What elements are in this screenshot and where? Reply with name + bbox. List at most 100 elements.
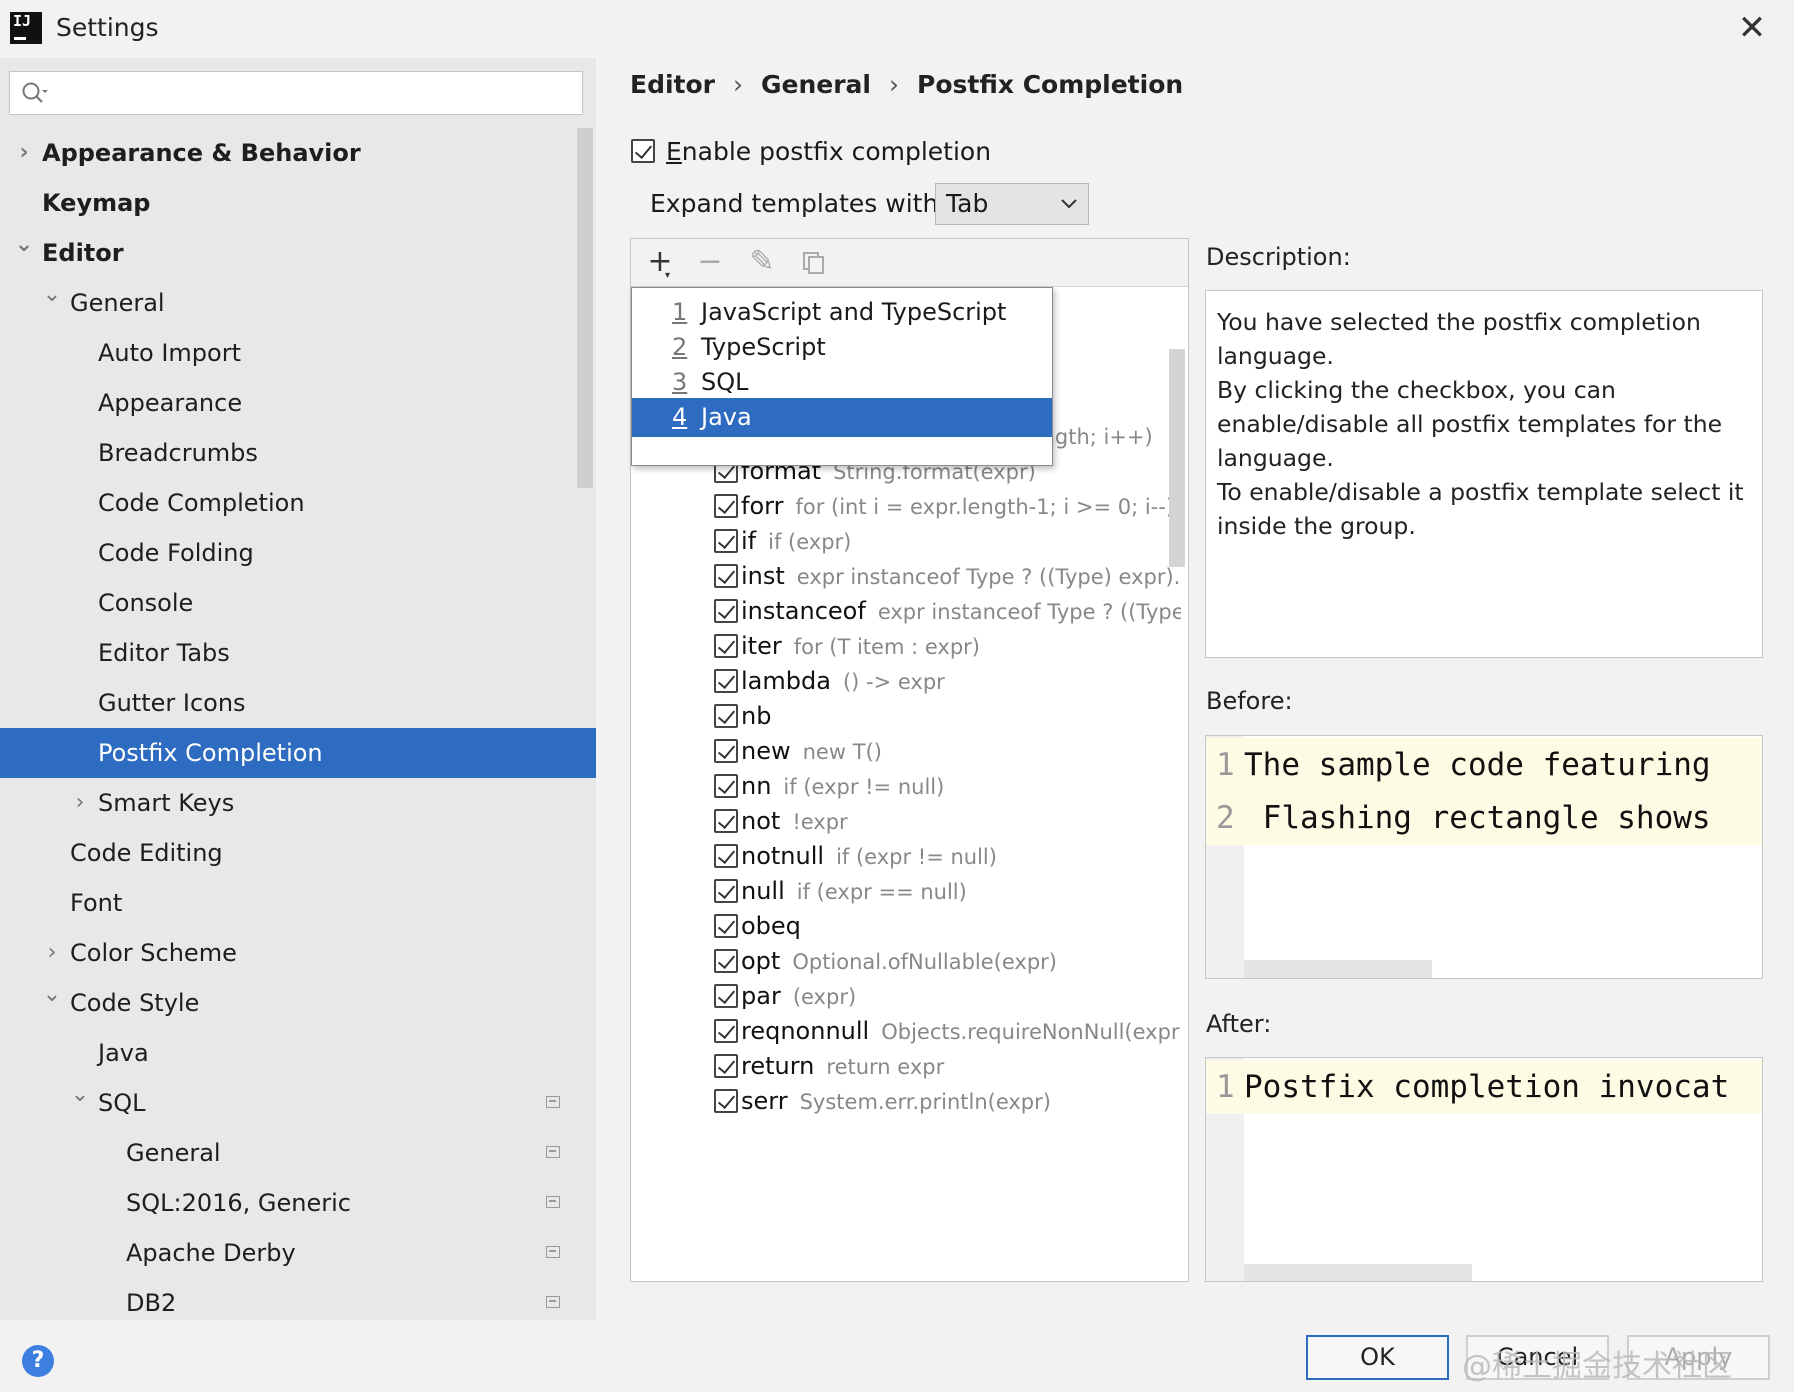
after-label: After: bbox=[1206, 1010, 1272, 1038]
chevron-down-icon[interactable]: ⌄ bbox=[42, 970, 62, 1020]
tree-item-code-editing[interactable]: Code Editing bbox=[0, 828, 596, 878]
tree-item-appearance-behavior[interactable]: › Appearance & Behavior bbox=[0, 128, 596, 178]
tree-item-smart-keys[interactable]: › Smart Keys bbox=[0, 778, 596, 828]
tree-item-sql-2016-generic[interactable]: SQL:2016, Generic bbox=[0, 1178, 596, 1228]
tree-item-label: Gutter Icons bbox=[98, 689, 246, 717]
language-menu-item-sql[interactable]: 3 SQL bbox=[632, 363, 1052, 402]
template-checkbox[interactable] bbox=[714, 634, 738, 658]
template-row-return[interactable]: return return expr bbox=[711, 1046, 1181, 1086]
tree-item-appearance[interactable]: Appearance bbox=[0, 378, 596, 428]
tree-item-db2[interactable]: DB2 bbox=[0, 1278, 596, 1320]
template-row-inst[interactable]: inst expr instanceof Type ? ((Type) expr)… bbox=[711, 556, 1181, 596]
template-key: notnull bbox=[741, 842, 825, 870]
template-checkbox[interactable] bbox=[714, 599, 738, 623]
template-checkbox[interactable] bbox=[714, 669, 738, 693]
template-key: new bbox=[741, 737, 791, 765]
tree-item-general[interactable]: General bbox=[0, 1128, 596, 1178]
tree-item-keymap[interactable]: Keymap bbox=[0, 178, 596, 228]
tree-item-general[interactable]: ⌄ General bbox=[0, 278, 596, 328]
tree-item-font[interactable]: Font bbox=[0, 878, 596, 928]
tree-item-code-folding[interactable]: Code Folding bbox=[0, 528, 596, 578]
chevron-right-icon[interactable]: › bbox=[14, 128, 34, 178]
breadcrumb-general[interactable]: General bbox=[761, 70, 871, 99]
template-description: !expr bbox=[792, 810, 848, 834]
template-row-iter[interactable]: iter for (T item : expr) bbox=[711, 626, 1181, 666]
template-row-null[interactable]: null if (expr == null) bbox=[711, 871, 1181, 911]
tree-item-breadcrumbs[interactable]: Breadcrumbs bbox=[0, 428, 596, 478]
chevron-down-icon[interactable]: ⌄ bbox=[42, 270, 62, 320]
tree-scrollbar[interactable] bbox=[577, 128, 593, 488]
template-row-notnull[interactable]: notnull if (expr != null) bbox=[711, 836, 1181, 876]
language-menu-item-java[interactable]: 4 Java bbox=[632, 398, 1052, 437]
tree-item-postfix-completion[interactable]: Postfix Completion bbox=[0, 728, 596, 778]
template-row-reqnonnull[interactable]: reqnonnull Objects.requireNonNull(expr) bbox=[711, 1011, 1181, 1051]
template-row-opt[interactable]: opt Optional.ofNullable(expr) bbox=[711, 941, 1181, 981]
edit-pencil-icon[interactable]: ✎ bbox=[745, 245, 779, 279]
template-checkbox[interactable] bbox=[714, 529, 738, 553]
template-checkbox[interactable] bbox=[714, 914, 738, 938]
template-description: expr instanceof Type ? ((Type) expr). : bbox=[796, 565, 1181, 589]
tree-item-code-completion[interactable]: Code Completion bbox=[0, 478, 596, 528]
template-row-par[interactable]: par (expr) bbox=[711, 976, 1181, 1016]
project-scope-icon bbox=[546, 1096, 560, 1108]
template-checkbox[interactable] bbox=[714, 844, 738, 868]
copy-template-icon[interactable] bbox=[797, 245, 831, 279]
tree-item-console[interactable]: Console bbox=[0, 578, 596, 628]
after-code-preview: 1 Postfix completion invocat bbox=[1205, 1057, 1763, 1282]
template-row-lambda[interactable]: lambda () -> expr bbox=[711, 661, 1181, 701]
tree-item-auto-import[interactable]: Auto Import bbox=[0, 328, 596, 378]
tree-item-color-scheme[interactable]: › Color Scheme bbox=[0, 928, 596, 978]
tree-item-label: Apache Derby bbox=[126, 1239, 296, 1267]
template-checkbox[interactable] bbox=[714, 1019, 738, 1043]
chevron-down-icon[interactable]: ⌄ bbox=[14, 220, 34, 270]
template-checkbox[interactable] bbox=[714, 879, 738, 903]
template-description: Optional.ofNullable(expr) bbox=[792, 950, 1058, 974]
template-checkbox[interactable] bbox=[714, 774, 738, 798]
close-button[interactable]: ✕ bbox=[1732, 10, 1772, 50]
template-row-forr[interactable]: forr for (int i = expr.length-1; i >= 0; … bbox=[711, 486, 1181, 526]
language-menu-item-typescript[interactable]: 2 TypeScript bbox=[632, 328, 1052, 367]
template-checkbox[interactable] bbox=[714, 1054, 738, 1078]
template-checkbox[interactable] bbox=[714, 704, 738, 728]
template-row-serr[interactable]: serr System.err.println(expr) bbox=[711, 1081, 1181, 1121]
enable-postfix-checkbox[interactable] bbox=[631, 139, 655, 163]
tree-item-sql[interactable]: ⌄ SQL bbox=[0, 1078, 596, 1128]
template-row-obeq[interactable]: obeq bbox=[711, 906, 1181, 946]
template-checkbox[interactable] bbox=[714, 494, 738, 518]
template-checkbox[interactable] bbox=[714, 984, 738, 1008]
template-checkbox[interactable] bbox=[714, 1089, 738, 1113]
after-horizontal-scrollbar[interactable] bbox=[1244, 1264, 1472, 1281]
template-row-new[interactable]: new new T() bbox=[711, 731, 1181, 771]
add-template-button[interactable]: + ▾ bbox=[643, 245, 677, 282]
remove-template-button[interactable]: − bbox=[693, 245, 727, 279]
chevron-down-icon[interactable]: ⌄ bbox=[70, 1070, 90, 1120]
chevron-right-icon[interactable]: › bbox=[70, 778, 90, 828]
template-checkbox[interactable] bbox=[714, 809, 738, 833]
language-menu-item-javascript-and-typescript[interactable]: 1 JavaScript and TypeScript bbox=[632, 293, 1052, 332]
help-button[interactable]: ? bbox=[22, 1345, 54, 1377]
template-checkbox[interactable] bbox=[714, 564, 738, 588]
template-row-nb[interactable]: nb bbox=[711, 696, 1181, 736]
template-checkbox[interactable] bbox=[714, 739, 738, 763]
ok-button[interactable]: OK bbox=[1306, 1335, 1449, 1380]
templates-scrollbar[interactable] bbox=[1169, 349, 1185, 567]
tree-item-apache-derby[interactable]: Apache Derby bbox=[0, 1228, 596, 1278]
template-row-not[interactable]: not !expr bbox=[711, 801, 1181, 841]
template-row-if[interactable]: if if (expr) bbox=[711, 521, 1181, 561]
search-box[interactable] bbox=[9, 71, 583, 115]
breadcrumb-editor[interactable]: Editor bbox=[630, 70, 715, 99]
search-input[interactable] bbox=[54, 76, 574, 110]
enable-postfix-label[interactable]: Enable postfix completion bbox=[666, 135, 991, 169]
tree-item-gutter-icons[interactable]: Gutter Icons bbox=[0, 678, 596, 728]
expand-templates-select[interactable]: Tab bbox=[935, 183, 1089, 225]
tree-item-editor-tabs[interactable]: Editor Tabs bbox=[0, 628, 596, 678]
template-row-instanceof[interactable]: instanceof expr instanceof Type ? ((Type) bbox=[711, 591, 1181, 631]
tree-item-code-style[interactable]: ⌄ Code Style bbox=[0, 978, 596, 1028]
template-key: forr bbox=[741, 492, 784, 520]
search-icon[interactable] bbox=[20, 80, 48, 108]
template-description: System.err.println(expr) bbox=[799, 1090, 1051, 1114]
template-row-nn[interactable]: nn if (expr != null) bbox=[711, 766, 1181, 806]
template-checkbox[interactable] bbox=[714, 949, 738, 973]
before-horizontal-scrollbar[interactable] bbox=[1244, 960, 1432, 978]
tree-item-editor[interactable]: ⌄ Editor bbox=[0, 228, 596, 278]
